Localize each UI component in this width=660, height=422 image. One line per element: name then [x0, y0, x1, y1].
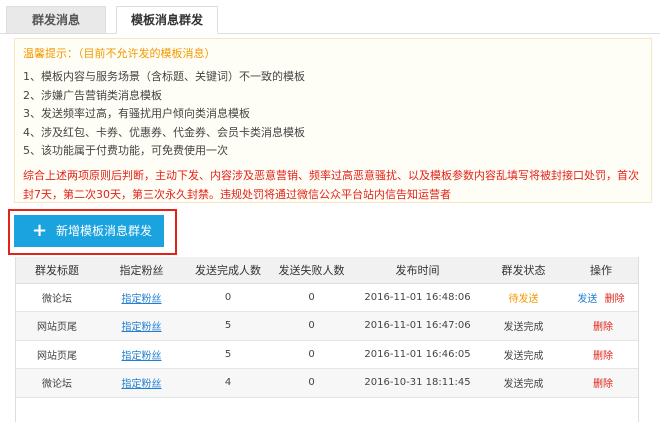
notice-item: 5、该功能属于付费功能，可免费使用一次 [23, 144, 228, 158]
cell-time: 2016-10-31 18:11:45 [352, 368, 483, 398]
column-header: 群发标题 [16, 257, 98, 284]
notice-title: 温馨提示：（目前不允许发的模板消息） [23, 47, 216, 60]
delete-button[interactable]: 删除 [593, 379, 613, 390]
add-button-label: 新增模板消息群发 [56, 224, 153, 238]
column-header: 群发状态 [483, 257, 564, 284]
tab-template-mass-message[interactable]: 模板消息群发 [116, 6, 218, 34]
delete-button[interactable]: 删除 [605, 294, 625, 305]
table-row: 微论坛 指定粉丝 4 0 2016-10-31 18:11:45 发送完成 删除 [16, 368, 638, 398]
notice-panel: 温馨提示：（目前不允许发的模板消息） 1、模板内容与服务场景（含标题、关键词）不… [14, 38, 652, 203]
cell-title: 微论坛 [16, 368, 98, 398]
cell-time: 2016-11-01 16:46:05 [352, 340, 483, 369]
notice-item: 2、涉嫌广告营销类消息模板 [23, 88, 162, 102]
cell-title: 网站页尾 [16, 311, 98, 341]
cell-time: 2016-11-01 16:47:06 [352, 311, 483, 341]
notice-item: 1、模板内容与服务场景（含标题、关键词）不一致的模板 [23, 70, 305, 83]
cell-time: 2016-11-01 16:48:06 [352, 283, 483, 312]
add-button-highlight: + 新增模板消息群发 [8, 209, 177, 255]
cell-done: 5 [185, 340, 271, 369]
cell-title: 微论坛 [16, 283, 98, 312]
column-header: 发送完成人数 [185, 257, 271, 284]
cell-done: 5 [185, 311, 271, 341]
status-badge: 发送完成 [483, 311, 564, 341]
specified-fans-link[interactable]: 指定粉丝 [122, 379, 162, 390]
notice-item: 3、发送频率过高，有骚扰用户倾向类消息模板 [23, 107, 250, 121]
specified-fans-link[interactable]: 指定粉丝 [122, 294, 162, 305]
specified-fans-link[interactable]: 指定粉丝 [122, 351, 162, 362]
notice-warning: 综合上述两项原则后判断，主动下发、内容涉及恶意营销、频率过高恶意骚扰、以及模板参… [23, 169, 639, 201]
cell-title: 网站页尾 [16, 340, 98, 369]
status-badge: 发送完成 [483, 340, 564, 369]
column-header: 操作 [564, 257, 638, 284]
cell-failed: 0 [271, 340, 352, 369]
cell-failed: 0 [271, 283, 352, 312]
status-badge: 发送完成 [483, 368, 564, 398]
mass-message-table: 群发标题 指定粉丝 发送完成人数 发送失败人数 发布时间 群发状态 操作 微论坛… [15, 257, 639, 422]
status-badge: 待发送 [508, 293, 539, 305]
cell-failed: 0 [271, 311, 352, 341]
column-header: 发送失败人数 [271, 257, 352, 284]
column-header: 发布时间 [352, 257, 483, 284]
tab-bar: 群发消息 模板消息群发 [0, 0, 660, 34]
send-button[interactable]: 发送 [577, 294, 597, 305]
delete-button[interactable]: 删除 [593, 351, 613, 362]
table-row: 微论坛 指定粉丝 0 0 2016-11-01 16:48:06 待发送 发送 … [16, 283, 638, 312]
cell-done: 4 [185, 368, 271, 398]
delete-button[interactable]: 删除 [593, 322, 613, 333]
table-row: 网站页尾 指定粉丝 5 0 2016-11-01 16:46:05 发送完成 删… [16, 340, 638, 369]
column-header: 指定粉丝 [98, 257, 185, 284]
table-row: 网站页尾 指定粉丝 5 0 2016-11-01 16:47:06 发送完成 删… [16, 311, 638, 341]
cell-failed: 0 [271, 368, 352, 398]
add-template-mass-message-button[interactable]: + 新增模板消息群发 [14, 215, 164, 247]
table-header: 群发标题 指定粉丝 发送完成人数 发送失败人数 发布时间 群发状态 操作 [16, 257, 638, 284]
cell-done: 0 [185, 283, 271, 312]
notice-list: 1、模板内容与服务场景（含标题、关键词）不一致的模板 2、涉嫌广告营销类消息模板… [23, 68, 305, 161]
plus-icon: + [32, 220, 48, 241]
notice-item: 4、涉及红包、卡券、优惠券、代金券、会员卡类消息模板 [23, 125, 305, 139]
specified-fans-link[interactable]: 指定粉丝 [122, 322, 162, 333]
tab-mass-message[interactable]: 群发消息 [6, 6, 106, 34]
